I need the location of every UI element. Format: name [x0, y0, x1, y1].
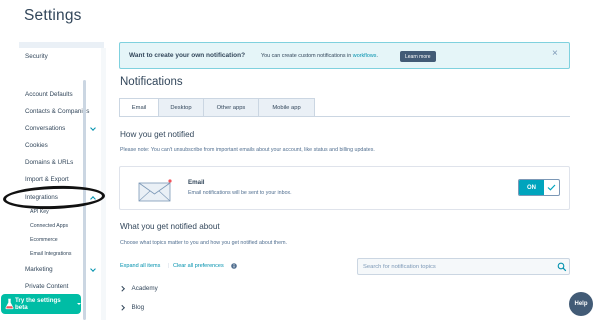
check-icon [544, 180, 559, 195]
sidebar-item-domains-urls[interactable]: Domains & URLs [25, 159, 101, 166]
notifications-title: Notifications [120, 76, 183, 88]
notification-topic-search [357, 258, 570, 275]
sidebar-item-private-content[interactable]: Private Content [25, 283, 101, 290]
page-title: Settings [24, 7, 82, 24]
what-notified-heading: What you get notified about [120, 222, 220, 231]
workflows-link[interactable]: workflows [353, 53, 377, 59]
sidebar-subitem-api-key[interactable]: API Key [30, 209, 49, 215]
sidebar-subitem-connected-apps[interactable]: Connected Apps [30, 223, 68, 229]
topic-academy[interactable]: Academy [119, 285, 158, 292]
banner-title: Want to create your own notification? [129, 52, 246, 59]
chevron-down-icon [90, 124, 96, 131]
tab-email[interactable]: Email [119, 98, 159, 117]
custom-notification-banner: Want to create your own notification? Yo… [119, 42, 570, 69]
chevron-right-icon [119, 286, 125, 291]
sidebar-item-cookies[interactable]: Cookies [25, 142, 101, 149]
tab-other-apps[interactable]: Other apps [204, 98, 259, 117]
what-notified-note: Choose what topics matter to you and how… [120, 240, 287, 246]
sidebar-item-contacts-companies[interactable]: Contacts & Companies [25, 108, 101, 115]
email-notification-card: Email Email notifications will be sent t… [119, 166, 570, 210]
tabs-divider [119, 116, 570, 117]
clear-all-preferences-link[interactable]: Clear all preferences [173, 263, 224, 269]
search-icon[interactable] [557, 262, 567, 272]
chevron-down-icon [90, 265, 96, 272]
search-input[interactable] [358, 259, 548, 274]
caret-down-icon [77, 303, 81, 305]
sidebar-item-marketing[interactable]: Marketing [25, 265, 101, 273]
sidebar-top-bar [19, 42, 104, 48]
notification-tabs: Email Desktop Other apps Mobile app [119, 98, 315, 117]
help-button[interactable]: Help [569, 292, 593, 316]
try-settings-beta-button[interactable]: Try the settings beta [1, 294, 81, 314]
chevron-right-icon [119, 305, 125, 310]
page-header: Settings [0, 0, 600, 42]
tab-mobile-app[interactable]: Mobile app [259, 98, 315, 117]
banner-text: You can create custom notifications in w… [261, 53, 378, 59]
topic-blog[interactable]: Blog [119, 304, 144, 311]
learn-more-button[interactable]: Learn more [400, 51, 436, 62]
toggle-on-label: ON [519, 180, 544, 195]
sidebar-subitem-email-integrations[interactable]: Email Integrations [30, 251, 72, 257]
sidebar-subitem-ecommerce[interactable]: Ecommerce [30, 237, 58, 243]
email-toggle[interactable]: ON [518, 179, 560, 196]
how-notified-heading: How you get notified [120, 130, 195, 139]
tab-desktop[interactable]: Desktop [159, 98, 204, 117]
flask-icon [5, 298, 14, 310]
sidebar-scrollbar-track[interactable] [101, 48, 106, 320]
info-icon[interactable] [231, 263, 237, 269]
sidebar-item-security[interactable]: Security [25, 53, 101, 60]
email-description: Email notifications will be sent to your… [188, 190, 292, 196]
sidebar-item-account-defaults[interactable]: Account Defaults [25, 91, 101, 98]
settings-sidebar: Security Account Defaults Contacts & Com… [19, 42, 107, 320]
expand-all-link[interactable]: Expand all items [120, 263, 160, 269]
sidebar-item-import-export[interactable]: Import & Export [25, 176, 101, 183]
close-icon[interactable]: × [552, 49, 558, 59]
how-notified-note: Please note: You can't unsubscribe from … [120, 147, 375, 153]
sidebar-item-conversations[interactable]: Conversations [25, 124, 101, 132]
envelope-icon [138, 179, 172, 202]
link-separator: | [168, 263, 170, 269]
email-title: Email [188, 179, 205, 186]
